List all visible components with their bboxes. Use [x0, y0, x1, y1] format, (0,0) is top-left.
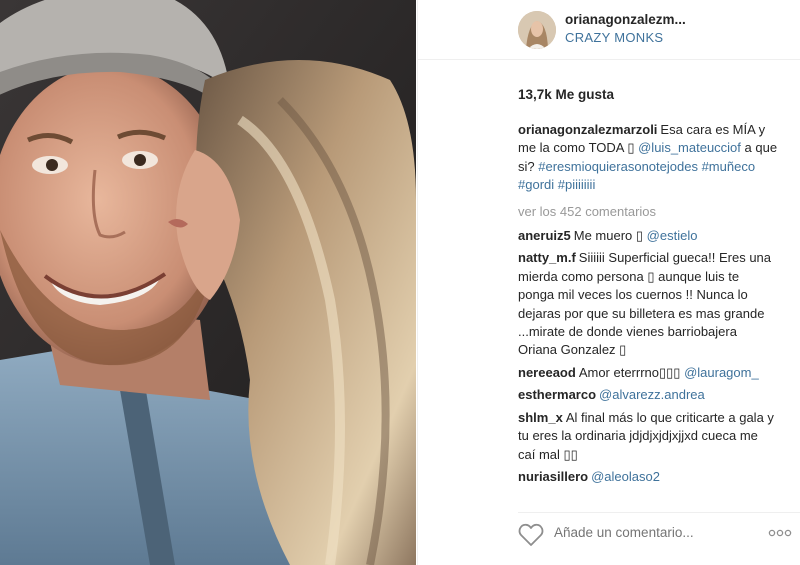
comment-item: esthermarco @alvarezz.andrea [518, 386, 778, 404]
comment-footer [518, 512, 800, 556]
selfie-photo-image [0, 0, 416, 565]
post-photo[interactable] [0, 0, 416, 565]
comment-mention[interactable]: @lauragom_ [684, 365, 759, 380]
comment-username[interactable]: nereeaod [518, 365, 576, 380]
caption-hashtag[interactable]: #gordi [518, 177, 554, 192]
more-options-icon[interactable] [767, 525, 793, 541]
heart-icon[interactable] [518, 523, 544, 547]
comment-mention[interactable]: @estielo [647, 228, 698, 243]
comment-text: Amor eterrrno▯▯▯ [578, 364, 685, 380]
comment-item: nereeaod Amor eterrrno▯▯▯ @lauragom_ [518, 364, 778, 382]
post-sidebar: orianagonzalezm... CRAZY MONKS 13,7k Me … [417, 0, 800, 565]
comment-username[interactable]: nuriasillero [518, 469, 588, 484]
comment-item: natty_m.f Siiiiii Superficial gueca!! Ere… [518, 249, 778, 359]
avatar-image [518, 11, 556, 49]
comment-username[interactable]: aneruiz5 [518, 228, 571, 243]
comment-mention[interactable]: @aleolaso2 [591, 469, 660, 484]
like-count[interactable]: 13,7k Me gusta [518, 87, 614, 102]
caption-hashtag[interactable]: #muñeco [702, 159, 755, 174]
caption-hashtag[interactable]: #eresmioquierasonotejodes [538, 159, 698, 174]
comment-username[interactable]: esthermarco [518, 387, 596, 402]
caption-hashtag[interactable]: #piiiiiiii [558, 177, 596, 192]
location-link[interactable]: CRAZY MONKS [565, 30, 663, 45]
comment-list: orianagonzalezmarzoli Esa cara es MÍA y m… [518, 121, 778, 490]
view-all-comments-link[interactable]: ver los 452 comentarios [518, 203, 778, 221]
comment-username[interactable]: shlm_x [518, 410, 563, 425]
comment-item: aneruiz5 Me muero ▯ @estielo [518, 227, 778, 245]
comment-text: Me muero ▯ [573, 228, 647, 244]
avatar[interactable] [518, 11, 556, 49]
comment-mention[interactable]: @alvarezz.andrea [599, 387, 705, 402]
caption: orianagonzalezmarzoli Esa cara es MÍA y m… [518, 121, 778, 195]
add-comment-input[interactable] [554, 525, 724, 540]
comment-item: shlm_x Al final más lo que criticarte a g… [518, 409, 778, 464]
header-username[interactable]: orianagonzalezm... [565, 12, 686, 27]
comment-text: Siiiiii Superficial gueca!! Eres una mie… [518, 250, 772, 358]
caption-mention[interactable]: @luis_mateucciof [638, 140, 741, 155]
comment-item: nuriasillero @aleolaso2 [518, 468, 778, 486]
comment-username[interactable]: natty_m.f [518, 250, 576, 265]
caption-username[interactable]: orianagonzalezmarzoli [518, 122, 657, 137]
post-header: orianagonzalezm... CRAZY MONKS [418, 0, 800, 60]
